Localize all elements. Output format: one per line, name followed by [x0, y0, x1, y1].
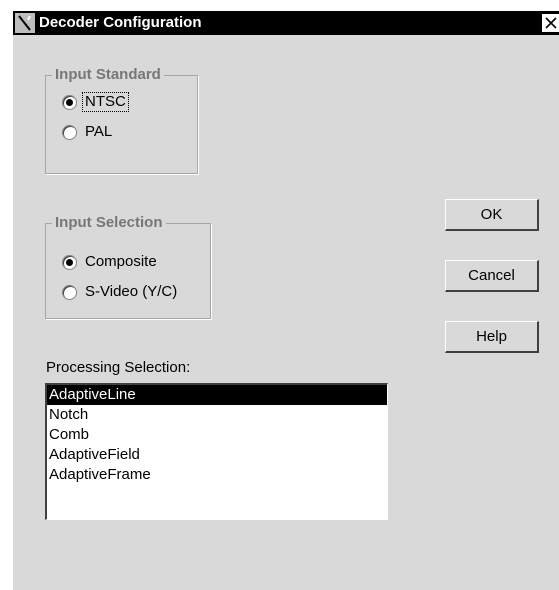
radio-ntsc[interactable]: NTSC	[62, 91, 129, 113]
processing-selection-label: Processing Selection:	[46, 359, 191, 376]
radio-s-video[interactable]: S-Video (Y/C)	[62, 281, 179, 303]
help-button[interactable]: Help	[445, 321, 539, 353]
radio-ntsc-button[interactable]	[62, 94, 77, 110]
title-bar[interactable]: Decoder Configuration	[13, 11, 559, 35]
list-item-comb[interactable]: Comb	[47, 425, 387, 445]
radio-composite-button[interactable]	[62, 254, 77, 270]
close-icon[interactable]	[542, 14, 559, 32]
input-selection-group: Input Selection Composite S-Video (Y/C)	[45, 214, 211, 319]
processing-selection-listbox[interactable]: AdaptiveLine Notch Comb AdaptiveField Ad…	[45, 383, 388, 520]
radio-pal-label[interactable]: PAL	[83, 123, 114, 141]
radio-s-video-button[interactable]	[62, 284, 77, 300]
cancel-button[interactable]: Cancel	[445, 260, 539, 292]
list-item-adaptivefield[interactable]: AdaptiveField	[47, 445, 387, 465]
list-item-adaptiveframe[interactable]: AdaptiveFrame	[47, 465, 387, 485]
radio-s-video-label[interactable]: S-Video (Y/C)	[83, 283, 179, 301]
radio-ntsc-label[interactable]: NTSC	[82, 92, 129, 112]
input-standard-legend: Input Standard	[52, 66, 164, 84]
input-standard-group: Input Standard NTSC PAL	[45, 66, 198, 174]
input-selection-legend: Input Selection	[52, 214, 166, 232]
radio-composite[interactable]: Composite	[62, 251, 159, 273]
radio-pal-button[interactable]	[62, 124, 77, 140]
app-icon	[15, 13, 35, 33]
radio-composite-label[interactable]: Composite	[83, 253, 159, 271]
list-item-adaptiveline[interactable]: AdaptiveLine	[47, 385, 387, 405]
decoder-configuration-dialog: Decoder Configuration Input Standard NTS…	[12, 10, 559, 590]
window-title: Decoder Configuration	[39, 14, 202, 31]
list-item-notch[interactable]: Notch	[47, 405, 387, 425]
radio-pal[interactable]: PAL	[62, 121, 114, 143]
ok-button[interactable]: OK	[445, 199, 539, 231]
